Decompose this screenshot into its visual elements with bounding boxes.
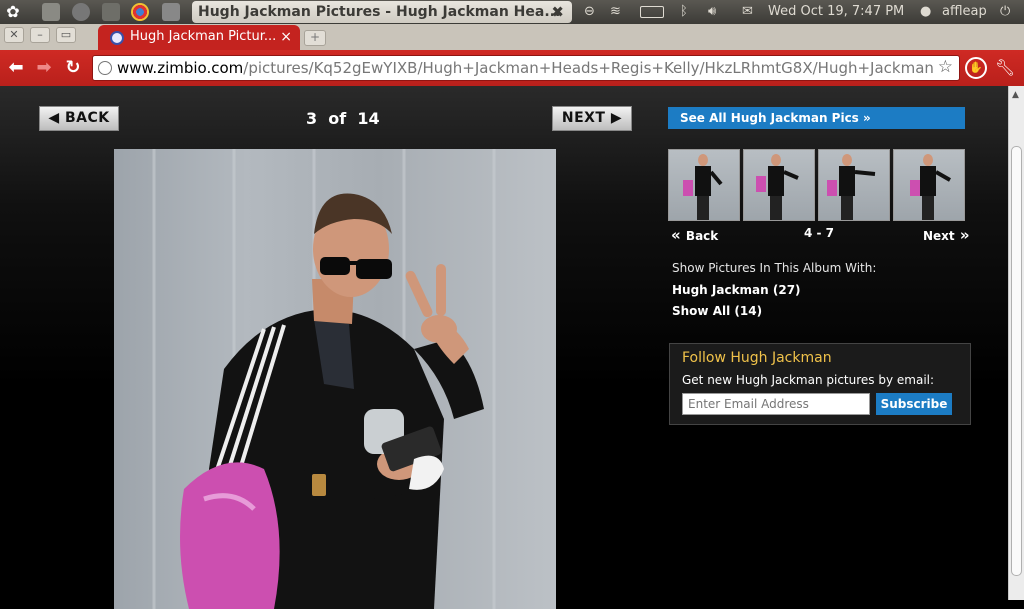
settings-gear-icon[interactable] bbox=[102, 3, 120, 21]
next-label: NEXT bbox=[561, 110, 606, 126]
ubuntu-logo-icon[interactable]: ✿ bbox=[4, 3, 22, 21]
user-name[interactable]: affleap bbox=[942, 4, 987, 19]
bookmark-star-icon[interactable]: ☆ bbox=[938, 57, 953, 77]
chrome-icon[interactable] bbox=[131, 3, 149, 21]
adblock-extension-icon[interactable]: ✋ bbox=[965, 57, 987, 79]
window-close-icon[interactable]: ✖ bbox=[551, 1, 564, 23]
email-input[interactable] bbox=[682, 393, 870, 415]
main-photo[interactable] bbox=[114, 149, 556, 609]
globe-icon bbox=[98, 61, 112, 75]
thumbs-back-link[interactable]: « Back bbox=[671, 226, 718, 244]
terminal-icon[interactable] bbox=[162, 3, 180, 21]
url-path: /pictures/Kq52gEwYIXB/Hugh+Jackman+Heads… bbox=[243, 59, 934, 77]
browser-tab-strip: ✕ – ▭ Hugh Jackman Pictur... × + bbox=[0, 24, 1024, 50]
thumbnail-3[interactable] bbox=[818, 149, 890, 221]
counter-current: 3 bbox=[306, 109, 318, 128]
window-title-text: Hugh Jackman Pictures - Hugh Jackman Hea… bbox=[198, 4, 561, 20]
thumbs-next-label: Next bbox=[923, 229, 955, 243]
thumbs-back-label: Back bbox=[685, 229, 719, 243]
next-button[interactable]: NEXT ▶ bbox=[552, 106, 632, 131]
url-text[interactable]: www.zimbio.com/pictures/Kq52gEwYIXB/Hugh… bbox=[117, 56, 934, 80]
thumbnail-4[interactable] bbox=[893, 149, 965, 221]
bluetooth-icon[interactable]: ᛒ bbox=[680, 4, 688, 19]
new-tab-button[interactable]: + bbox=[304, 30, 326, 46]
filter-link-show-all[interactable]: Show All (14) bbox=[672, 304, 762, 318]
reload-icon[interactable]: ↻ bbox=[61, 56, 85, 80]
forward-arrow-icon[interactable]: ➡ bbox=[32, 56, 56, 80]
power-icon[interactable]: ⏻ bbox=[1000, 4, 1010, 19]
double-right-icon: » bbox=[954, 226, 970, 244]
back-triangle-icon: ◀ bbox=[48, 110, 65, 126]
subscribe-button[interactable]: Subscribe bbox=[876, 393, 952, 415]
wrench-menu-icon[interactable]: 🔧︎ bbox=[994, 57, 1016, 79]
photo-counter: 3 of 14 bbox=[306, 109, 380, 128]
filter-link-hugh-jackman[interactable]: Hugh Jackman (27) bbox=[672, 283, 801, 297]
volume-icon[interactable]: 🔊︎ bbox=[708, 4, 716, 19]
tab-favicon-icon bbox=[110, 31, 124, 45]
counter-total: 14 bbox=[357, 109, 380, 128]
mail-icon[interactable]: ✉ bbox=[742, 4, 753, 19]
clock-text[interactable]: Wed Oct 19, 7:47 PM bbox=[768, 4, 904, 19]
wifi-icon[interactable]: ≋ bbox=[610, 4, 621, 19]
thumbnail-4-image bbox=[910, 154, 951, 220]
back-arrow-icon[interactable]: ⬅ bbox=[4, 56, 28, 80]
scroll-thumb[interactable] bbox=[1011, 146, 1022, 576]
active-window-title[interactable]: Hugh Jackman Pictures - Hugh Jackman Hea… bbox=[192, 1, 572, 23]
tab-title: Hugh Jackman Pictur... bbox=[130, 29, 277, 44]
text-editor-icon[interactable] bbox=[42, 3, 60, 21]
double-left-icon: « bbox=[671, 226, 686, 244]
page-scrollbar[interactable]: ▲ bbox=[1008, 86, 1024, 600]
browser-tab-active[interactable]: Hugh Jackman Pictur... × bbox=[98, 25, 300, 50]
window-maximize-button[interactable]: ▭ bbox=[56, 27, 76, 43]
back-button[interactable]: ◀ BACK bbox=[39, 106, 119, 131]
thumbs-next-link[interactable]: Next » bbox=[923, 226, 970, 244]
follow-description: Get new Hugh Jackman pictures by email: bbox=[682, 373, 935, 387]
thumbnail-2[interactable] bbox=[743, 149, 815, 221]
thumbnail-1-image bbox=[683, 154, 723, 220]
next-triangle-icon: ▶ bbox=[605, 110, 623, 126]
browser-toolbar: ⬅ ➡ ↻ www.zimbio.com/pictures/Kq52gEwYIX… bbox=[0, 50, 1024, 86]
show-pictures-heading: Show Pictures In This Album With: bbox=[672, 261, 877, 275]
user-status-icon[interactable]: ● bbox=[920, 4, 931, 19]
battery-icon[interactable] bbox=[640, 6, 664, 18]
thumbnail-1[interactable] bbox=[668, 149, 740, 221]
thumbnail-3-image bbox=[827, 154, 876, 220]
thumbnail-2-image bbox=[756, 154, 799, 220]
thumbs-range: 4 - 7 bbox=[804, 226, 835, 240]
see-all-pics-link[interactable]: See All Hugh Jackman Pics » bbox=[668, 107, 965, 129]
scroll-up-icon[interactable]: ▲ bbox=[1012, 90, 1019, 100]
launcher-app-icon[interactable] bbox=[72, 3, 90, 21]
url-host: www.zimbio.com bbox=[117, 59, 244, 77]
follow-box: Follow Hugh Jackman Get new Hugh Jackman… bbox=[669, 343, 971, 425]
window-minimize-button[interactable]: – bbox=[30, 27, 50, 43]
tab-close-icon[interactable]: × bbox=[280, 25, 292, 49]
page-content: ◀ BACK 3 of 14 NEXT ▶ See All Hugh Jackm… bbox=[0, 86, 1008, 609]
photo-illustration bbox=[152, 149, 496, 609]
follow-title: Follow Hugh Jackman bbox=[682, 350, 832, 366]
window-close-button[interactable]: ✕ bbox=[4, 27, 24, 43]
back-label: BACK bbox=[65, 110, 110, 126]
counter-of: of bbox=[328, 109, 347, 128]
status-icon-minus[interactable]: ⊖ bbox=[584, 4, 595, 19]
os-top-panel: ✿ Hugh Jackman Pictures - Hugh Jackman H… bbox=[0, 0, 1024, 24]
address-bar[interactable]: www.zimbio.com/pictures/Kq52gEwYIXB/Hugh… bbox=[92, 55, 960, 81]
